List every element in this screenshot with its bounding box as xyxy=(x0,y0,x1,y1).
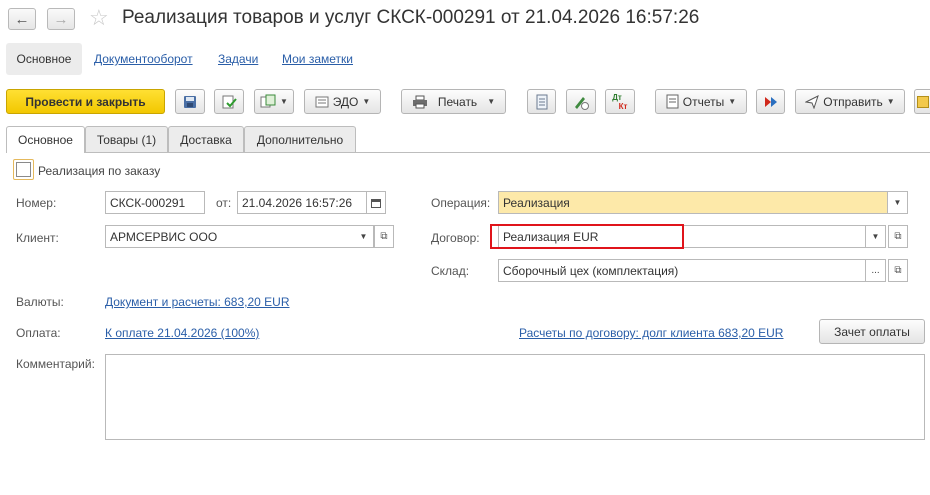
contract-open-button[interactable]: ⧉ xyxy=(888,225,908,248)
chevron-down-icon: ▼ xyxy=(893,198,902,207)
structure-button[interactable] xyxy=(756,89,785,114)
edo-icon xyxy=(315,96,329,107)
chevron-down-icon: ▼ xyxy=(280,97,288,106)
print-menu-button[interactable]: Печать ▼ xyxy=(401,89,506,114)
more-toolbar-button[interactable] xyxy=(914,89,930,114)
floppy-disk-icon xyxy=(184,95,196,108)
warehouse-select-button[interactable]: ... xyxy=(866,259,886,282)
post-button[interactable] xyxy=(214,89,244,114)
kt-label: Кт xyxy=(618,101,628,111)
pen-clock-icon xyxy=(575,96,589,110)
contract-dropdown-button[interactable]: ▼ xyxy=(866,225,886,248)
dt-kt-button[interactable]: Дт Кт xyxy=(605,89,635,114)
date-field[interactable]: 21.04.2026 16:57:26 xyxy=(237,191,367,214)
chevron-down-icon: ▼ xyxy=(728,97,737,106)
report-icon xyxy=(666,94,679,109)
dt-label: Дт xyxy=(612,92,622,102)
back-button[interactable]: ← xyxy=(8,8,36,30)
ellipsis-icon: ... xyxy=(871,265,880,276)
chevron-down-icon: ▼ xyxy=(871,232,880,241)
currency-link[interactable]: Документ и расчеты: 683,20 EUR xyxy=(105,295,290,309)
save-button[interactable] xyxy=(175,89,205,114)
calendar-icon xyxy=(371,198,381,208)
operation-label: Операция: xyxy=(431,196,491,210)
tab-goods[interactable]: Товары (1) xyxy=(85,126,168,152)
structure-icon xyxy=(764,96,777,107)
tab-additional[interactable]: Дополнительно xyxy=(244,126,356,152)
client-label: Клиент: xyxy=(16,231,59,245)
payment-link[interactable]: К оплате 21.04.2026 (100%) xyxy=(105,326,259,340)
open-window-icon: ⧉ xyxy=(894,265,902,276)
contract-highlight-frame xyxy=(490,224,684,249)
documents-list-button[interactable] xyxy=(527,89,556,114)
tab-delivery[interactable]: Доставка xyxy=(168,126,244,152)
post-and-close-button[interactable]: Провести и закрыть xyxy=(6,89,165,114)
arrow-right-icon: → xyxy=(53,10,69,28)
send-label: Отправить xyxy=(823,94,883,109)
chevron-down-icon: ▼ xyxy=(487,97,496,106)
send-menu-button[interactable]: Отправить ▼ xyxy=(795,89,905,114)
reports-menu-button[interactable]: Отчеты ▼ xyxy=(655,89,747,114)
edit-history-button[interactable] xyxy=(566,89,596,114)
section-link-notes[interactable]: Мои заметки xyxy=(282,52,353,66)
section-link-docflow[interactable]: Документооборот xyxy=(94,52,193,66)
forward-button[interactable]: → xyxy=(47,8,75,30)
open-window-icon: ⧉ xyxy=(380,231,388,242)
edo-menu-button[interactable]: ЭДО ▼ xyxy=(304,89,381,114)
by-order-label: Реализация по заказу xyxy=(38,164,161,178)
by-order-checkbox[interactable] xyxy=(16,162,31,177)
operation-field[interactable]: Реализация xyxy=(498,191,888,214)
folder-icon xyxy=(916,95,929,108)
printer-icon xyxy=(412,95,427,108)
client-open-button[interactable]: ⧉ xyxy=(374,225,394,248)
warehouse-label: Склад: xyxy=(431,264,470,278)
client-dropdown-button[interactable]: ▼ xyxy=(354,225,374,248)
document-lines-icon xyxy=(536,94,547,109)
create-based-icon xyxy=(260,94,276,107)
favorite-star-icon[interactable]: ☆ xyxy=(89,6,109,30)
tab-divider xyxy=(6,152,930,153)
contract-label: Договор: xyxy=(431,231,480,245)
tab-main[interactable]: Основное xyxy=(6,126,85,153)
currency-label: Валюты: xyxy=(16,295,64,309)
settlements-link[interactable]: Расчеты по договору: долг клиента 683,20… xyxy=(519,326,783,340)
open-window-icon: ⧉ xyxy=(894,231,902,242)
page-title: Реализация товаров и услуг СКСК-000291 о… xyxy=(122,7,700,28)
payment-label: Оплата: xyxy=(16,326,61,340)
comment-label: Комментарий: xyxy=(16,357,95,371)
section-link-tasks[interactable]: Задачи xyxy=(218,52,258,66)
print-label: Печать xyxy=(437,94,478,109)
client-field[interactable]: АРМСЕРВИС ООО xyxy=(105,225,355,248)
edo-label: ЭДО xyxy=(332,94,359,109)
warehouse-field[interactable]: Сборочный цех (комплектация) xyxy=(498,259,866,282)
date-label: от: xyxy=(216,196,232,210)
section-main[interactable]: Основное xyxy=(6,43,82,75)
arrow-left-icon: ← xyxy=(14,10,30,28)
warehouse-open-button[interactable]: ⧉ xyxy=(888,259,908,282)
create-based-on-button[interactable]: ▼ xyxy=(254,89,294,114)
number-label: Номер: xyxy=(16,196,57,210)
operation-dropdown-button[interactable]: ▼ xyxy=(888,191,908,214)
chevron-down-icon: ▼ xyxy=(359,232,368,241)
number-field[interactable]: СКСК-000291 xyxy=(105,191,205,214)
chevron-down-icon: ▼ xyxy=(886,97,895,106)
comment-textarea[interactable] xyxy=(105,354,925,440)
chevron-down-icon: ▼ xyxy=(362,97,371,106)
post-document-icon xyxy=(222,95,237,108)
calendar-button[interactable] xyxy=(366,191,386,214)
reports-label: Отчеты xyxy=(682,94,725,109)
payment-offset-button[interactable]: Зачет оплаты xyxy=(819,319,925,344)
send-icon xyxy=(805,94,820,109)
